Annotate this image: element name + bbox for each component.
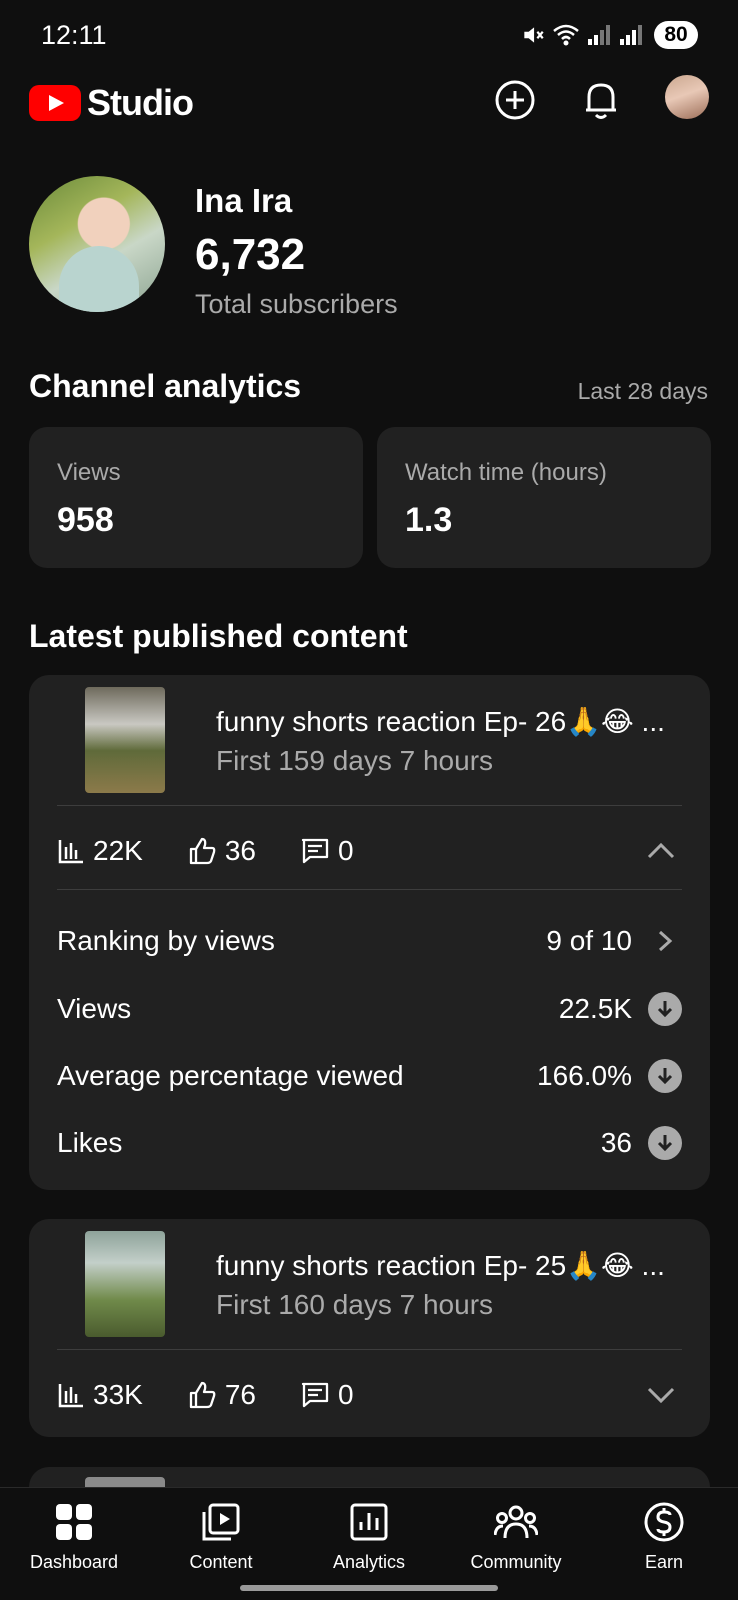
stat-label: Watch time (hours) bbox=[405, 459, 607, 486]
home-indicator[interactable] bbox=[240, 1585, 498, 1591]
comment-icon bbox=[301, 1382, 329, 1408]
thumbs-up-icon bbox=[189, 1381, 216, 1409]
video-title[interactable]: funny shorts reaction Ep- 25🙏😂 ... bbox=[216, 1249, 686, 1282]
earn-icon bbox=[642, 1500, 686, 1544]
likes-count: 76 bbox=[224, 1379, 256, 1410]
notifications-button[interactable] bbox=[576, 75, 626, 125]
divider bbox=[57, 805, 682, 806]
analytics-title: Channel analytics bbox=[29, 368, 302, 404]
ranking-row[interactable]: Ranking by views 9 of 10 bbox=[57, 921, 682, 961]
arrow-down-circle-icon bbox=[648, 992, 682, 1026]
arrow-down-circle-icon bbox=[648, 1059, 682, 1093]
detail-value: 22.5K bbox=[558, 993, 632, 1024]
create-button[interactable] bbox=[490, 75, 540, 125]
subscriber-label: Total subscribers bbox=[195, 289, 398, 319]
content-icon bbox=[199, 1500, 243, 1544]
detail-value: 9 of 10 bbox=[546, 925, 632, 956]
detail-label: Likes bbox=[57, 1127, 123, 1158]
nav-label: Community bbox=[470, 1552, 562, 1572]
latest-content-title: Latest published content bbox=[29, 618, 408, 654]
nav-label: Content bbox=[189, 1552, 253, 1572]
watch-time-stat-card[interactable]: Watch time (hours) 1.3 bbox=[377, 427, 711, 568]
bottom-navigation: Dashboard Content Analytics Community Ea… bbox=[0, 1487, 738, 1600]
nav-community[interactable]: Community bbox=[446, 1500, 586, 1573]
add-circle-icon bbox=[495, 80, 535, 120]
channel-avatar bbox=[29, 176, 165, 312]
comments-metric: 0 bbox=[300, 835, 354, 867]
nav-content[interactable]: Content bbox=[151, 1500, 291, 1573]
status-bar: 12:11 80 bbox=[0, 0, 738, 70]
likes-metric: 36 bbox=[187, 835, 256, 867]
expand-button[interactable] bbox=[646, 1380, 676, 1410]
video-metrics: 33K 76 0 bbox=[57, 1375, 398, 1415]
views-metric: 22K bbox=[57, 835, 143, 867]
community-icon bbox=[494, 1500, 538, 1544]
subscriber-count: 6,732 bbox=[195, 230, 306, 279]
comment-icon bbox=[301, 838, 329, 864]
chevron-up-icon bbox=[647, 842, 675, 859]
video-title[interactable]: funny shorts reaction Ep- 26🙏😂 ... bbox=[216, 705, 686, 738]
detail-value: 36 bbox=[600, 1127, 632, 1158]
dashboard-icon bbox=[52, 1500, 96, 1544]
views-metric: 33K bbox=[57, 1379, 143, 1411]
bar-chart-icon bbox=[58, 1384, 83, 1408]
youtube-logo-icon bbox=[29, 85, 81, 121]
chevron-down-icon bbox=[647, 1387, 675, 1404]
detail-value: 166.0% bbox=[537, 1060, 632, 1091]
video-subtitle: First 159 days 7 hours bbox=[216, 745, 494, 776]
video-thumbnail[interactable] bbox=[85, 687, 165, 793]
arrow-down-circle-icon bbox=[648, 1126, 682, 1160]
divider bbox=[57, 1349, 682, 1350]
thumbs-up-icon bbox=[189, 837, 216, 865]
detail-label: Ranking by views bbox=[57, 925, 275, 956]
nav-analytics[interactable]: Analytics bbox=[299, 1500, 439, 1573]
logo-text: Studio bbox=[87, 82, 194, 123]
chevron-right-icon bbox=[648, 924, 682, 958]
detail-label: Views bbox=[57, 993, 132, 1024]
nav-label: Analytics bbox=[332, 1552, 406, 1572]
content-card[interactable]: funny shorts reaction Ep- 25🙏😂 ... First… bbox=[29, 1219, 710, 1437]
stat-value: 958 bbox=[57, 501, 114, 539]
views-count: 33K bbox=[93, 1379, 143, 1410]
bell-icon bbox=[586, 83, 616, 119]
comments-count: 0 bbox=[337, 1379, 354, 1410]
battery-indicator: 80 bbox=[654, 21, 698, 49]
nav-label: Dashboard bbox=[29, 1552, 119, 1572]
signal-icon bbox=[588, 25, 610, 45]
top-app-bar: Studio bbox=[0, 70, 738, 146]
wifi-icon bbox=[553, 24, 579, 46]
analytics-range: Last 28 days bbox=[577, 378, 708, 404]
collapse-button[interactable] bbox=[646, 836, 676, 866]
views-count: 22K bbox=[93, 835, 143, 866]
likes-count: 36 bbox=[224, 835, 256, 866]
stat-value: 1.3 bbox=[405, 501, 453, 539]
likes-metric: 76 bbox=[187, 1379, 256, 1411]
stat-label: Views bbox=[57, 459, 121, 486]
account-avatar[interactable] bbox=[665, 75, 709, 119]
nav-earn[interactable]: Earn bbox=[594, 1500, 734, 1573]
video-thumbnail[interactable] bbox=[85, 1231, 165, 1337]
likes-row: Likes 36 bbox=[57, 1123, 682, 1163]
comments-metric: 0 bbox=[300, 1379, 354, 1411]
video-subtitle: First 160 days 7 hours bbox=[216, 1289, 494, 1320]
avg-percentage-row: Average percentage viewed 166.0% bbox=[57, 1056, 682, 1096]
views-row: Views 22.5K bbox=[57, 989, 682, 1029]
content-card[interactable]: funny shorts reaction Ep- 26🙏😂 ... First… bbox=[29, 675, 710, 1190]
video-metrics: 22K 36 0 bbox=[57, 831, 398, 871]
bar-chart-icon bbox=[58, 840, 83, 864]
analytics-icon bbox=[347, 1500, 391, 1544]
signal-icon-2 bbox=[620, 25, 642, 45]
nav-dashboard[interactable]: Dashboard bbox=[4, 1500, 144, 1573]
comments-count: 0 bbox=[337, 835, 354, 866]
detail-label: Average percentage viewed bbox=[57, 1060, 404, 1091]
nav-label: Earn bbox=[644, 1552, 684, 1572]
channel-name: Ina Ira bbox=[195, 182, 293, 219]
studio-logo[interactable]: Studio bbox=[29, 82, 194, 124]
divider bbox=[57, 889, 682, 890]
status-icons: 80 bbox=[520, 20, 698, 50]
status-time: 12:11 bbox=[41, 20, 107, 50]
views-stat-card[interactable]: Views 958 bbox=[29, 427, 363, 568]
mute-icon bbox=[524, 27, 544, 43]
